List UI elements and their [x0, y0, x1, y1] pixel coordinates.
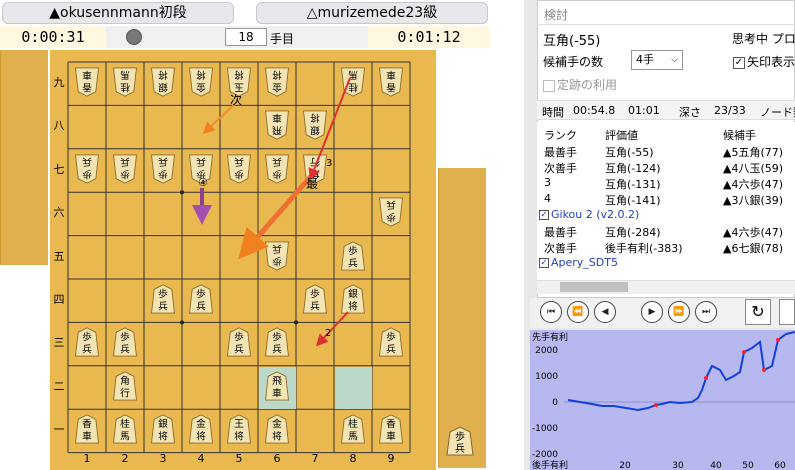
white-timer-box: 0:01:12: [368, 26, 490, 48]
move-number-unit: 手目: [270, 32, 295, 46]
arrow-label-3: 3: [326, 158, 332, 169]
eval-point: [654, 403, 658, 407]
fast-forward-icon[interactable]: ⏩: [668, 301, 690, 323]
graph-x-tick: 20: [619, 461, 631, 470]
joseki-check-icon: [543, 79, 555, 92]
cand-move: ▲4六歩(47): [723, 178, 784, 191]
flip-board-icon[interactable]: ↻: [745, 299, 771, 325]
depth-value: 23/33: [714, 104, 746, 117]
best-move-arrow: [238, 173, 314, 260]
eval-point: [704, 376, 708, 380]
time-value-2: 01:01: [628, 104, 660, 117]
col-move-header: 候補手: [723, 129, 756, 142]
graph-y-tick: 2000: [535, 346, 558, 356]
black-piece-stand[interactable]: [438, 168, 486, 468]
eval-line: [567, 331, 795, 412]
time-value: 00:54.8: [573, 104, 616, 117]
last-move-icon[interactable]: ⏭: [695, 301, 717, 323]
prev-move-icon[interactable]: ◀: [594, 301, 616, 323]
white-piece-stand: [0, 50, 48, 265]
depth-label: 深さ: [679, 106, 701, 119]
candidates-select[interactable]: 4手 ⌵: [631, 50, 683, 70]
next-move-icon[interactable]: ▶: [641, 301, 663, 323]
analysis-window-title: 検討: [544, 8, 569, 22]
col-eval-header: 評価値: [605, 129, 638, 142]
cand-rank: 4: [544, 192, 551, 205]
graph-y-tick: -2000: [532, 450, 558, 460]
first-move-icon[interactable]: ⏮: [540, 301, 562, 323]
cand-eval: 互角(-55): [605, 146, 654, 159]
cand-rank: 3: [544, 176, 551, 189]
col-rank-header: ランク: [544, 129, 577, 142]
next-move-arrow: [202, 103, 236, 135]
hand-piece-char1: 歩: [455, 430, 465, 443]
cand-rank: 次善手: [544, 242, 577, 255]
cand-eval: 互角(-124): [605, 162, 661, 175]
cand-eval: 後手有利(-383): [605, 242, 683, 255]
eval-summary: 互角(-55): [543, 34, 601, 49]
arrow-label-4: ④: [198, 176, 208, 189]
cand-move: ▲5五角(77): [723, 146, 784, 159]
graph-x-tick: 30: [672, 461, 684, 470]
arrow-label-2: 2: [325, 328, 331, 339]
graph-y-tick: -1000: [532, 424, 558, 434]
black-timer: 0:00:31: [21, 28, 85, 46]
cand-move: ▲4八玉(59): [723, 162, 784, 175]
arrows-check-icon: ✓: [733, 56, 745, 69]
cand-move: ▲3八銀(39): [723, 194, 784, 207]
joseki-label: 定跡の利用: [557, 78, 618, 92]
cand-move: ▲4六歩(47): [723, 226, 784, 239]
eval-point: [776, 338, 780, 342]
engine-toggle[interactable]: ✓ Apery_SDT5: [539, 256, 618, 269]
chevron-down-icon: ⌵: [671, 55, 678, 65]
white-player-name: △murizemede23級: [256, 2, 488, 24]
arrows-checkbox[interactable]: ✓ 矢印表示: [733, 53, 795, 70]
hand-pawn-piece[interactable]: 歩兵: [445, 426, 475, 456]
cand-move: ▲6七銀(78): [723, 242, 784, 255]
thinking-status: 思考中 プロ: [732, 32, 795, 46]
cand-rank: 最善手: [544, 146, 577, 159]
graph-x-tick: 40: [710, 461, 722, 470]
scrollbar-thumb[interactable]: [560, 282, 628, 292]
move-arrows: 次 最 3 ④ 2: [192, 77, 351, 347]
eval-point: [762, 368, 766, 372]
cand-eval: 互角(-131): [605, 178, 661, 191]
graph-x-tick: 50: [742, 461, 754, 470]
rewind-icon[interactable]: ⏪: [567, 301, 589, 323]
nodes-label: ノード数: [760, 106, 795, 119]
cand-eval: 互角(-141): [605, 194, 661, 207]
graph-top-label: 先手有利: [532, 331, 568, 343]
graph-y-tick: 0: [552, 398, 558, 408]
black-player-name: ▲okusennmann初段: [2, 2, 234, 24]
eval-point: [742, 350, 746, 354]
candidates-label: 候補手の数: [543, 55, 604, 69]
graph-bottom-label: 後手有利: [532, 459, 568, 470]
move-number-field[interactable]: 18: [225, 28, 267, 46]
hand-piece-char2: 兵: [455, 442, 465, 455]
joseki-checkbox[interactable]: 定跡の利用: [543, 76, 617, 93]
arrow-label-best: 最: [306, 177, 318, 191]
graph-x-tick: 60: [774, 461, 786, 470]
black-timer-box: 0:00:31: [0, 26, 106, 48]
arrows-label: 矢印表示: [747, 55, 795, 69]
graph-y-tick: 1000: [535, 372, 558, 382]
extra-button[interactable]: [779, 299, 795, 325]
engine-toggle[interactable]: ✓ Gikou 2 (v2.0.2): [539, 208, 639, 221]
cand-eval: 互角(-284): [605, 226, 661, 239]
cand-rank: 最善手: [544, 226, 577, 239]
turn-indicator-icon: [126, 29, 142, 45]
candidates-select-value: 4手: [636, 53, 654, 66]
cand-rank: 次善手: [544, 162, 577, 175]
arrow-label-next: 次: [230, 93, 242, 107]
candidate-table: ランク 評価値 候補手 最善手 互角(-55) ▲5五角(77) 次善手 互角(-124…: [537, 122, 795, 282]
time-label: 時間: [542, 106, 564, 119]
white-timer: 0:01:12: [397, 28, 461, 46]
eval-graph-svg: 先手有利後手有利 2000 1000 0 -1000 -2000 20 30 40 50 60: [532, 331, 795, 470]
